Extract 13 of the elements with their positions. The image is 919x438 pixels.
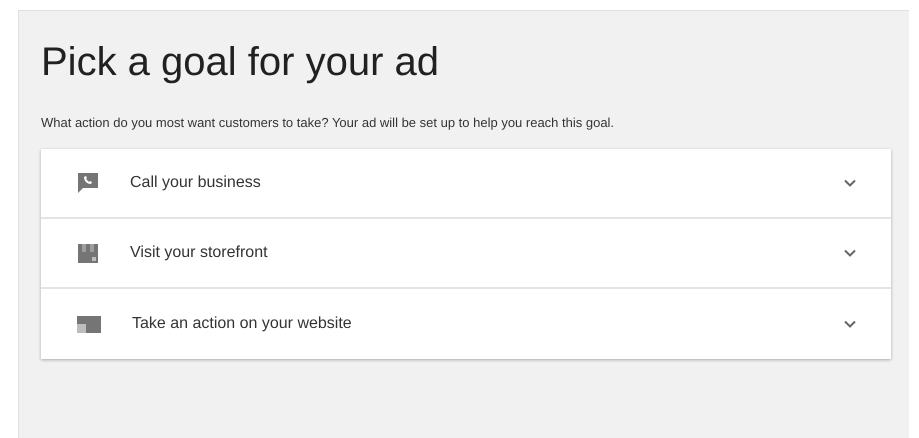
page-title: Pick a goal for your ad bbox=[41, 39, 440, 86]
goal-option[interactable]: Take an action on your website bbox=[41, 288, 891, 358]
goal-option[interactable]: Call your business bbox=[41, 148, 891, 218]
goal-label: Call your business bbox=[130, 172, 262, 192]
goal-label: Take an action on your website bbox=[132, 314, 353, 334]
storefront-icon bbox=[76, 242, 100, 264]
chevron-icon bbox=[844, 320, 856, 328]
phone-message-icon bbox=[76, 172, 100, 194]
goal-label: Visit your storefront bbox=[130, 242, 269, 262]
chevron-icon bbox=[844, 248, 856, 256]
description-text: What action do you most want customers to take? Your ad will be set up to help you reach this goal. bbox=[41, 114, 616, 132]
goal-option[interactable]: Visit your storefront bbox=[41, 218, 891, 288]
chevron-icon bbox=[844, 178, 856, 186]
